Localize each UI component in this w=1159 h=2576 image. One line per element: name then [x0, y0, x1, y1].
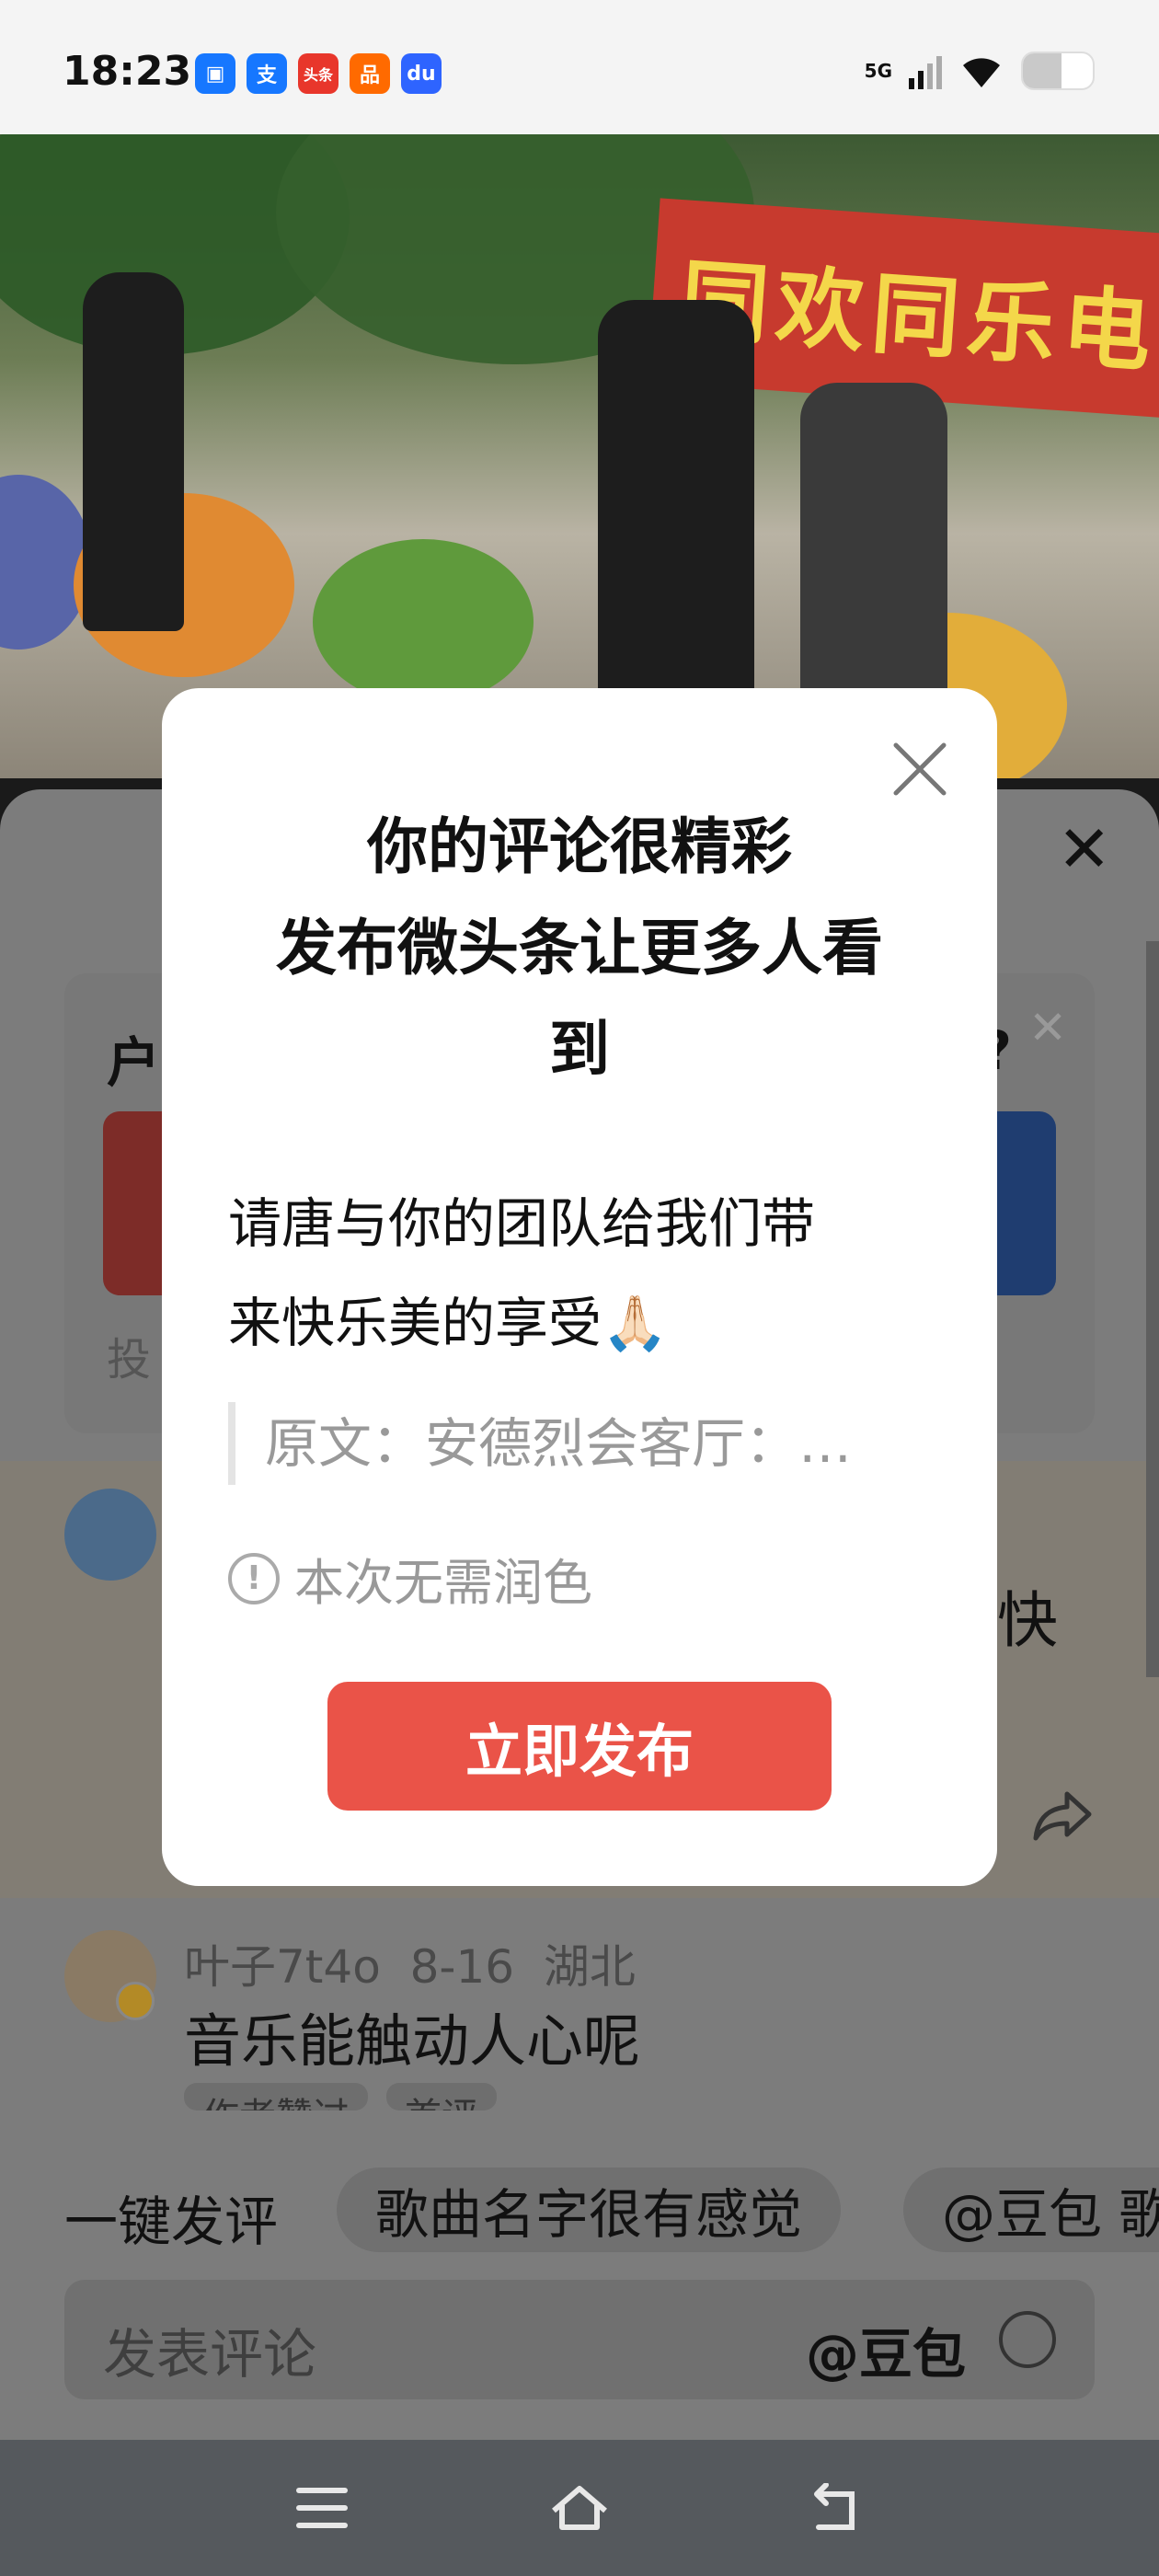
scrollbar[interactable]	[1146, 941, 1159, 1677]
user-badge-icon	[116, 1982, 155, 2020]
doubao-mention-button[interactable]: @豆包	[806, 2311, 966, 2388]
polish-note-text: 本次无需润色	[294, 1554, 592, 1612]
quick-comment-label: 一键发评	[64, 2191, 279, 2253]
comment-line: 请唐与你的团队给我们带	[228, 1192, 816, 1255]
dialog-comment-text: 请唐与你的团队给我们带 来快乐美的享受🙏🏻	[228, 1174, 927, 1373]
comment-text: 音乐能触动人心呢	[184, 2007, 641, 2075]
video-player[interactable]: 同欢同乐电	[0, 134, 1159, 778]
info-icon: !	[228, 1552, 280, 1604]
comment-input-placeholder: 发表评论	[103, 2323, 317, 2386]
emoji-icon[interactable]	[999, 2311, 1056, 2368]
share-icon[interactable]	[1030, 1783, 1095, 1847]
back-icon	[814, 2483, 855, 2530]
status-time: 18:23	[63, 48, 192, 95]
nfc-app-icon: ▣	[195, 53, 235, 94]
poll-title: 户	[107, 1031, 161, 1094]
comment-text-tail: 快	[997, 1585, 1058, 1656]
toutiao-icon: 头条	[298, 53, 339, 94]
battery-level	[1023, 53, 1061, 88]
comment-tags: 作者赞过 首评	[184, 2083, 497, 2110]
original-post-quote: 原文：安德烈会客厅：…	[228, 1402, 909, 1485]
umbrella	[313, 539, 534, 705]
comment-input[interactable]: 发表评论 @豆包	[64, 2280, 1095, 2399]
publish-button[interactable]: 立即发布	[327, 1682, 832, 1811]
poll-close-icon[interactable]: ✕	[1028, 1001, 1067, 1054]
baidu-icon: du	[401, 53, 442, 94]
close-icon[interactable]: ✕	[1057, 817, 1111, 881]
poll-footer: 投	[107, 1334, 152, 1386]
network-label: 5G	[864, 60, 892, 82]
quick-comment-chip[interactable]: 歌曲名字很有感觉	[337, 2168, 842, 2252]
battery-icon	[1021, 52, 1095, 90]
avatar[interactable]	[64, 1489, 156, 1581]
comment-tag: 首评	[386, 2083, 497, 2110]
status-app-icons: ▣ 支 头条 品 du	[195, 53, 442, 94]
dialog-title-line: 发布微头条让更多人看	[276, 913, 883, 983]
signal-icon	[909, 56, 942, 89]
comment-line: 来快乐美的享受🙏🏻	[228, 1292, 669, 1354]
back-nav-button[interactable]	[782, 2440, 892, 2576]
polish-note: ! 本次无需润色	[228, 1542, 592, 1615]
menu-icon	[296, 2488, 348, 2528]
wifi-icon	[963, 58, 1000, 87]
comment-tag: 作者赞过	[184, 2083, 368, 2110]
dialog-title: 你的评论很精彩 发布微头条让更多人看 到	[199, 797, 960, 1100]
home-icon	[552, 2486, 607, 2530]
publish-post-dialog: 你的评论很精彩 发布微头条让更多人看 到 请唐与你的团队给我们带 来快乐美的享受…	[162, 688, 997, 1886]
comment-date: 8-16	[409, 1940, 515, 1994]
menu-nav-button[interactable]	[267, 2440, 377, 2576]
dialog-title-line: 到	[549, 1014, 610, 1085]
status-indicators: 5G	[865, 52, 1095, 90]
dialog-title-line: 你的评论很精彩	[367, 811, 792, 882]
system-nav-bar	[0, 2440, 1159, 2576]
home-nav-button[interactable]	[524, 2440, 635, 2576]
comment-meta: 叶子7t4o 8-16 湖北	[184, 1930, 636, 1996]
quick-comment-chip[interactable]: @豆包 歌	[903, 2168, 1159, 2252]
bystander	[83, 272, 184, 631]
quick-comment-bar: 一键发评 歌曲名字很有感觉 @豆包 歌	[0, 2151, 1159, 2271]
alipay-icon: 支	[247, 53, 287, 94]
comment-username[interactable]: 叶子7t4o	[184, 1940, 381, 1994]
comment-location: 湖北	[543, 1940, 636, 1994]
status-bar: 18:23 ▣ 支 头条 品 du 5G	[0, 0, 1159, 134]
taobao-icon: 品	[350, 53, 390, 94]
close-icon[interactable]	[890, 740, 949, 799]
